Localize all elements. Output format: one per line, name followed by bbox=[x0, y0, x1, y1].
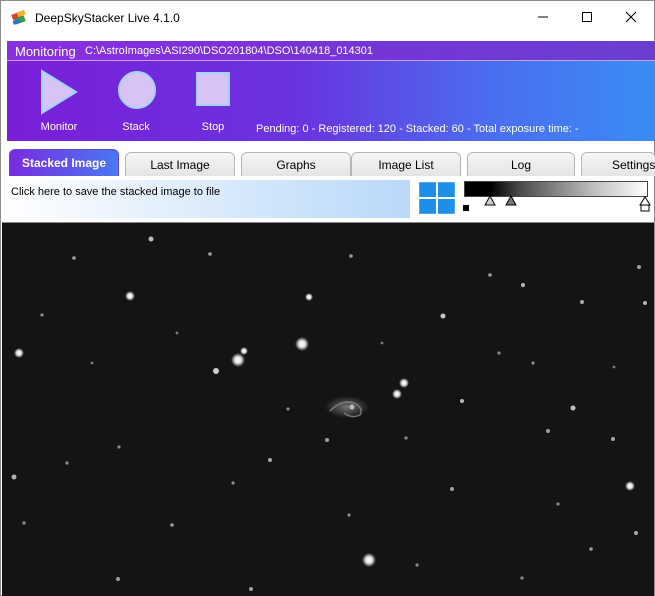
stacked-image-viewer[interactable] bbox=[2, 222, 654, 596]
app-window: DeepSkyStacker Live 4.1.0 Monitoring C:\… bbox=[0, 0, 655, 596]
square-icon bbox=[196, 72, 230, 106]
maximize-icon bbox=[582, 12, 592, 22]
play-icon bbox=[41, 69, 78, 115]
tab-last-image[interactable]: Last Image bbox=[125, 152, 235, 176]
tab-settings[interactable]: Settings bbox=[581, 152, 655, 176]
tab-bar: Stacked Image Last Image Graphs Image Li… bbox=[7, 147, 655, 177]
monitor-button[interactable]: Monitor bbox=[29, 69, 89, 137]
tab-graphs[interactable]: Graphs bbox=[241, 152, 351, 176]
stop-button[interactable]: Stop bbox=[183, 69, 243, 137]
minimize-button[interactable] bbox=[520, 1, 566, 33]
stop-label: Stop bbox=[201, 121, 225, 133]
tab-label: Graphs bbox=[276, 157, 316, 172]
tab-log[interactable]: Log bbox=[467, 152, 575, 176]
monitor-label: Monitor bbox=[40, 121, 78, 133]
monitoring-label: Monitoring bbox=[15, 44, 76, 59]
monitoring-header: Monitoring C:\AstroImages\ASI290\DSO2018… bbox=[7, 41, 655, 61]
mid-point-handle[interactable] bbox=[484, 195, 496, 209]
star-field-image bbox=[2, 223, 654, 596]
tab-label: Settings bbox=[612, 157, 655, 172]
window-title: DeepSkyStacker Live 4.1.0 bbox=[35, 11, 180, 25]
minimize-icon bbox=[538, 16, 548, 18]
gamma-handle[interactable] bbox=[505, 195, 517, 209]
tab-image-list[interactable]: Image List bbox=[351, 152, 461, 176]
black-point-handle[interactable] bbox=[462, 195, 472, 213]
maximize-button[interactable] bbox=[564, 1, 610, 33]
monitoring-path: C:\AstroImages\ASI290\DSO201804\DSO\1404… bbox=[85, 45, 374, 57]
circle-icon bbox=[118, 71, 156, 109]
tab-label: Image List bbox=[378, 157, 434, 172]
stack-button[interactable]: Stack bbox=[106, 69, 166, 137]
title-bar[interactable]: DeepSkyStacker Live 4.1.0 bbox=[1, 1, 654, 35]
monitoring-panel: Monitoring C:\AstroImages\ASI290\DSO2018… bbox=[7, 41, 655, 141]
image-toolbar: Click here to save the stacked image to … bbox=[1, 176, 654, 221]
status-line: Pending: 0 - Registered: 120 - Stacked: … bbox=[256, 123, 579, 135]
stack-label: Stack bbox=[122, 121, 150, 133]
app-icon bbox=[11, 9, 26, 25]
tab-label: Log bbox=[510, 157, 532, 172]
four-pane-icon[interactable] bbox=[419, 182, 455, 214]
close-icon bbox=[625, 11, 637, 23]
save-stacked-image-button[interactable]: Click here to save the stacked image to … bbox=[5, 180, 410, 218]
close-button[interactable] bbox=[608, 1, 654, 33]
tab-label: Last Image bbox=[150, 157, 210, 172]
tab-stacked-image[interactable]: Stacked Image bbox=[9, 149, 119, 176]
white-point-handle[interactable] bbox=[639, 195, 651, 213]
tab-label: Stacked Image bbox=[21, 156, 107, 170]
